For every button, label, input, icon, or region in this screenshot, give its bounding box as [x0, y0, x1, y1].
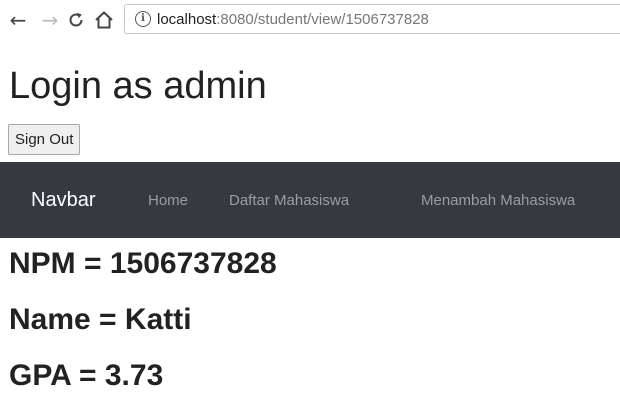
url-host: localhost: [157, 10, 217, 28]
student-gpa: GPA = 3.73: [9, 359, 164, 392]
nav-link-daftar-mahasiswa[interactable]: Daftar Mahasiswa: [229, 162, 349, 238]
reload-glyph: [69, 12, 83, 27]
back-arrow-icon[interactable]: ←: [6, 8, 30, 32]
url-text[interactable]: localhost:8080/student/view/1506737828: [157, 11, 429, 28]
page-title: Login as admin: [9, 65, 267, 107]
navbar-brand[interactable]: Navbar: [31, 162, 95, 238]
home-glyph: [95, 11, 113, 29]
student-name: Name = Katti: [9, 303, 192, 336]
address-bar[interactable]: i localhost:8080/student/view/1506737828: [124, 4, 620, 34]
info-icon[interactable]: i: [135, 11, 151, 27]
student-npm: NPM = 1506737828: [9, 247, 277, 280]
url-path: :8080/student/view/1506737828: [216, 10, 429, 28]
browser-toolbar: ← → i localhost:8080/student/view/150673…: [0, 0, 620, 40]
nav-link-home[interactable]: Home: [148, 162, 188, 238]
forward-arrow-icon[interactable]: →: [38, 8, 62, 32]
sign-out-button[interactable]: Sign Out: [8, 124, 81, 155]
navbar: Navbar Home Daftar Mahasiswa Menambah Ma…: [0, 162, 620, 238]
home-icon[interactable]: [92, 8, 116, 32]
reload-icon[interactable]: [64, 8, 88, 32]
nav-link-menambah-mahasiswa[interactable]: Menambah Mahasiswa: [421, 162, 575, 238]
